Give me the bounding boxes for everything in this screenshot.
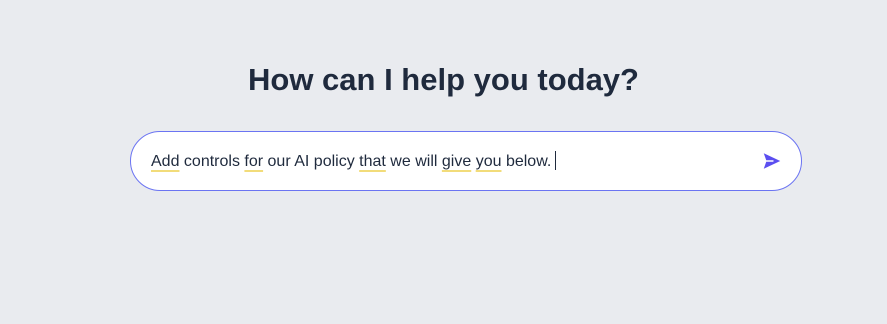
prompt-word: you (475, 153, 502, 170)
prompt-word: our (267, 153, 291, 170)
prompt-input[interactable]: Add controls for our AI policy that we w… (130, 131, 802, 191)
prompt-word: below. (505, 153, 552, 170)
page-title: How can I help you today? (248, 62, 639, 97)
prompt-word: AI (294, 153, 310, 170)
prompt-word: Add (151, 153, 180, 170)
prompt-word: give (441, 153, 472, 170)
prompt-word: policy (313, 153, 355, 170)
chat-start-page: How can I help you today? Add controls f… (0, 0, 887, 324)
prompt-text[interactable]: Add controls for our AI policy that we w… (151, 151, 557, 172)
prompt-word: controls (183, 153, 240, 170)
prompt-word: for (244, 153, 264, 170)
prompt-word: that (359, 153, 386, 170)
prompt-word: we (390, 153, 411, 170)
send-button[interactable] (761, 150, 783, 172)
prompt-word: will (415, 153, 438, 170)
send-icon (763, 153, 781, 169)
text-caret (555, 151, 557, 170)
